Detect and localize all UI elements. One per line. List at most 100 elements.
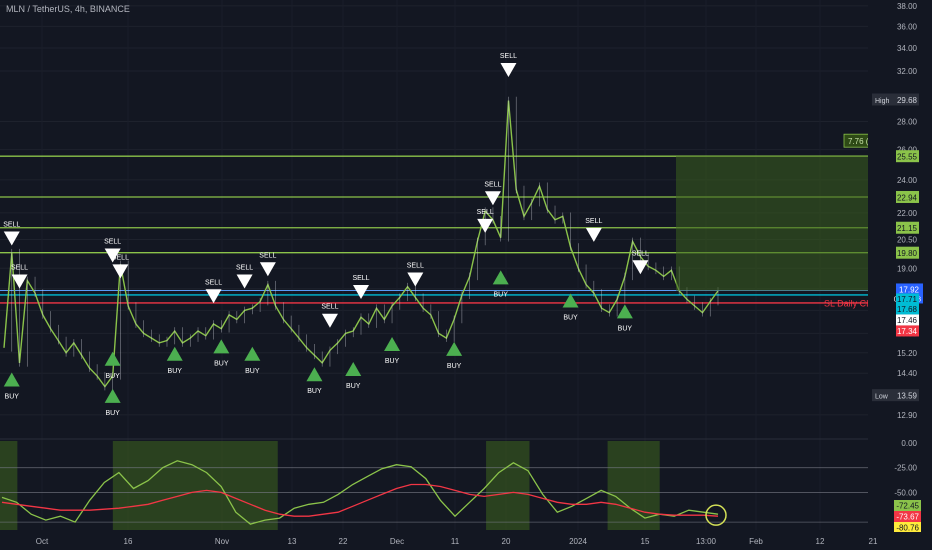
price-tick-label: 15.20	[897, 349, 918, 358]
extreme-tag-prefix: Low	[875, 394, 889, 401]
price-tick-label: 14.40	[897, 369, 918, 378]
time-axis[interactable]: Oct 16 Nov 13 22 Dec 11 20 2024 15 13:00 Feb 12 21	[0, 532, 932, 550]
buy-marker	[616, 304, 633, 319]
buy-marker	[3, 372, 20, 387]
oscillator-tick-label: 0.00	[901, 439, 917, 448]
oscillator-tag: -80.76	[896, 524, 919, 533]
sell-marker	[236, 274, 253, 289]
sell-label: SELL	[104, 239, 121, 246]
level-tag: 19.80	[897, 249, 918, 258]
buy-label: BUY	[385, 358, 400, 365]
oscillator-pane: 0.00 -25.00 -50.00 -72.45 -73.67 -80.76	[0, 438, 921, 533]
sell-label: SELL	[484, 181, 501, 188]
oscillator-zone	[0, 441, 18, 530]
sell-label: SELL	[3, 222, 20, 229]
sell-label: SELL	[477, 209, 494, 216]
buy-marker	[166, 346, 183, 361]
price-tick-label: 20.50	[897, 236, 918, 245]
price-tick-label: 19.00	[897, 264, 918, 273]
time-tick-label: 13:00	[696, 537, 717, 546]
time-tick-label: Dec	[390, 537, 404, 546]
sell-marker	[205, 289, 222, 304]
sell-label: SELL	[236, 265, 253, 272]
chart-canvas[interactable]: SL Daily CLOSE SELLSELLBUYSELLSELLBUYBUY…	[0, 0, 932, 550]
price-tick-label: 38.00	[897, 2, 918, 11]
buy-label: BUY	[245, 368, 260, 375]
sell-marker	[484, 191, 501, 206]
buy-label: BUY	[105, 410, 120, 417]
sell-label: SELL	[11, 265, 28, 272]
sell-marker	[632, 260, 649, 275]
time-tick-label: 21	[869, 537, 878, 546]
extreme-tag-value: 29.68	[897, 96, 918, 105]
time-tick-label: 22	[339, 537, 348, 546]
time-tick-label: 12	[816, 537, 825, 546]
price-tick-label: 32.00	[897, 67, 918, 76]
sell-label: SELL	[321, 304, 338, 311]
time-tick-label: Oct	[36, 537, 49, 546]
level-tag: 25.55	[897, 153, 918, 162]
buy-marker	[104, 388, 121, 403]
price-tick-label: 12.90	[897, 411, 918, 420]
sell-label: SELL	[112, 254, 129, 261]
price-tag: 17.46	[897, 316, 918, 325]
buy-marker	[244, 346, 261, 361]
sell-label: SELL	[352, 275, 369, 282]
symbol-title: MLN / TetherUS, 4h, BINANCE	[6, 4, 130, 14]
buy-label: BUY	[168, 368, 183, 375]
price-tick-label: 24.00	[897, 176, 918, 185]
sell-marker	[259, 262, 276, 277]
price-tick-label: 28.00	[897, 118, 918, 127]
buy-label: BUY	[307, 388, 322, 395]
buy-label: BUY	[618, 325, 633, 332]
oscillator-zone	[112, 441, 278, 530]
sell-marker	[353, 285, 369, 300]
time-axis-bg	[0, 532, 932, 550]
oscillator-tick-label: -25.00	[894, 464, 917, 473]
time-tick-label: 16	[124, 537, 133, 546]
sell-marker	[321, 313, 338, 328]
time-tick-label: 2024	[569, 537, 587, 546]
time-tick-label: 11	[451, 537, 460, 546]
sell-label: SELL	[585, 218, 602, 225]
price-tick-label: 22.00	[897, 209, 918, 218]
target-zone	[676, 156, 880, 291]
time-tick-label: 20	[502, 537, 511, 546]
signal-markers: SELL SELL BUY SELL SELL BUY BUY BUY SELL BUY SELL B…	[3, 53, 649, 417]
sell-marker	[500, 62, 517, 77]
price-tag: 17.34	[897, 327, 918, 336]
price-tag: 17.68	[897, 305, 918, 314]
sell-label: SELL	[205, 279, 222, 286]
buy-marker	[104, 351, 121, 366]
extreme-tag-prefix: High	[875, 98, 890, 105]
buy-label: BUY	[105, 373, 120, 380]
sell-marker	[112, 264, 129, 279]
level-tag: 21.15	[897, 224, 918, 233]
last-price-tag: 17.92	[899, 285, 920, 294]
oscillator-zone	[486, 441, 530, 530]
buy-marker	[213, 339, 230, 354]
price-tick-label: 36.00	[897, 22, 918, 31]
sell-label: SELL	[500, 53, 517, 60]
buy-label: BUY	[563, 314, 578, 321]
buy-marker	[345, 362, 362, 377]
oscillator-tick-label: -50.00	[894, 488, 917, 497]
price-tag: 17.71	[897, 295, 918, 304]
buy-marker	[384, 336, 401, 351]
time-tick-label: Nov	[215, 537, 229, 546]
price-tick-label: 34.00	[897, 44, 918, 53]
sell-label: SELL	[259, 252, 276, 259]
buy-label: BUY	[346, 383, 361, 390]
sell-label: SELL	[407, 262, 424, 269]
extreme-tag-value: 13.59	[897, 392, 918, 401]
buy-label: BUY	[447, 363, 462, 370]
sell-label: SELL	[632, 250, 649, 257]
time-tick-label: 13	[288, 537, 297, 546]
buy-marker	[446, 341, 463, 356]
oscillator-tag: -73.67	[896, 513, 919, 522]
oscillator-tag: -72.45	[896, 502, 919, 511]
sell-marker	[407, 272, 424, 287]
level-tag: 22.94	[897, 193, 918, 202]
target-box: 7.76 (43.58%)	[676, 133, 901, 291]
sell-marker	[3, 231, 20, 246]
